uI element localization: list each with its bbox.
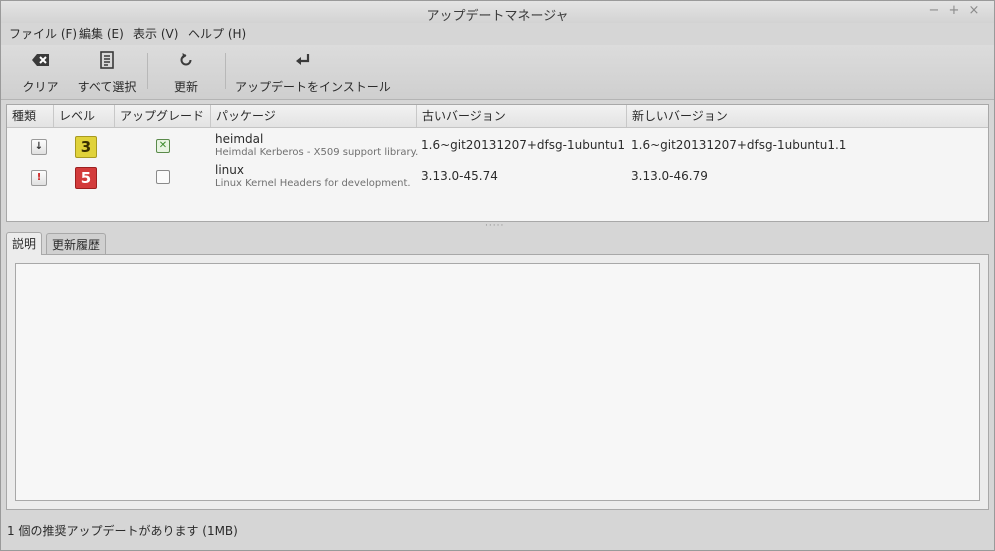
minimize-button[interactable]: −: [927, 4, 941, 18]
document-list-icon: [100, 51, 114, 69]
menu-bar: ファイル (F) 編集 (E) 表示 (V) ヘルプ (H): [1, 23, 994, 43]
menu-edit[interactable]: 編集 (E): [79, 25, 124, 42]
package-description: Linux Kernel Headers for development.: [215, 178, 411, 189]
tab-changelog[interactable]: 更新履歴: [46, 233, 107, 255]
level-badge: 5: [75, 167, 97, 189]
table-row[interactable]: ↓ 3 ✕ heimdal Heimdal Kerberos - X509 su…: [7, 129, 988, 161]
clear-label: クリア: [22, 80, 59, 94]
toolbar-separator: [147, 53, 148, 89]
package-name: linux: [215, 163, 244, 177]
menu-help[interactable]: ヘルプ (H): [188, 25, 246, 42]
upgrade-checkbox[interactable]: [156, 170, 170, 184]
refresh-button[interactable]: 更新: [165, 51, 207, 95]
new-version: 1.6~git20131207+dfsg-1ubuntu1.1: [631, 138, 847, 152]
select-all-button[interactable]: すべて選択: [77, 51, 137, 95]
download-icon: ↓: [31, 139, 47, 155]
upgrade-checkbox[interactable]: ✕: [156, 139, 170, 153]
toolbar-separator: [225, 53, 226, 89]
update-manager-window: アップデートマネージャ − + × ファイル (F) 編集 (E) 表示 (V)…: [0, 0, 995, 551]
table-row[interactable]: ! 5 linux Linux Kernel Headers for devel…: [7, 161, 988, 193]
maximize-button[interactable]: +: [947, 4, 961, 18]
column-old-version[interactable]: 古いバージョン: [417, 105, 627, 127]
window-title: アップデートマネージャ: [426, 9, 569, 24]
updates-table[interactable]: 種類 レベル アップグレード パッケージ 古いバージョン 新しいバージョン ↓ …: [6, 104, 989, 222]
refresh-icon: [180, 53, 192, 66]
table-header: 種類 レベル アップグレード パッケージ 古いバージョン 新しいバージョン: [7, 105, 988, 128]
package-name: heimdal: [215, 132, 264, 146]
menu-view[interactable]: 表示 (V): [133, 25, 178, 42]
description-text-area[interactable]: [15, 263, 980, 501]
new-version: 3.13.0-46.79: [631, 169, 708, 183]
install-updates-button[interactable]: アップデートをインストール: [235, 51, 391, 95]
old-version: 3.13.0-45.74: [421, 169, 498, 183]
column-type[interactable]: 種類: [7, 105, 54, 127]
backspace-icon: [31, 54, 49, 66]
warning-icon: !: [31, 170, 47, 186]
pane-resize-grip[interactable]: ·····: [485, 221, 504, 231]
menu-file[interactable]: ファイル (F): [9, 25, 77, 42]
clear-button[interactable]: クリア: [13, 51, 68, 95]
close-button[interactable]: ×: [967, 4, 981, 18]
toolbar: クリア すべて選択 更新 アップデートをインストール: [1, 45, 994, 100]
install-updates-label: アップデートをインストール: [235, 80, 391, 94]
old-version: 1.6~git20131207+dfsg-1ubuntu1: [421, 138, 625, 152]
column-upgrade[interactable]: アップグレード: [115, 105, 211, 127]
select-all-label: すべて選択: [77, 80, 137, 94]
tab-description[interactable]: 説明: [6, 232, 43, 255]
column-package[interactable]: パッケージ: [211, 105, 417, 127]
details-notebook: [6, 254, 989, 510]
enter-arrow-icon: [296, 54, 310, 65]
column-level[interactable]: レベル: [54, 105, 115, 127]
column-new-version[interactable]: 新しいバージョン: [627, 105, 988, 127]
status-bar: 1 個の推奨アップデートがあります (1MB): [7, 524, 238, 538]
level-badge: 3: [75, 136, 97, 158]
title-bar[interactable]: アップデートマネージャ − + ×: [1, 1, 994, 24]
refresh-label: 更新: [173, 80, 198, 94]
package-description: Heimdal Kerberos - X509 support library.: [215, 147, 419, 158]
